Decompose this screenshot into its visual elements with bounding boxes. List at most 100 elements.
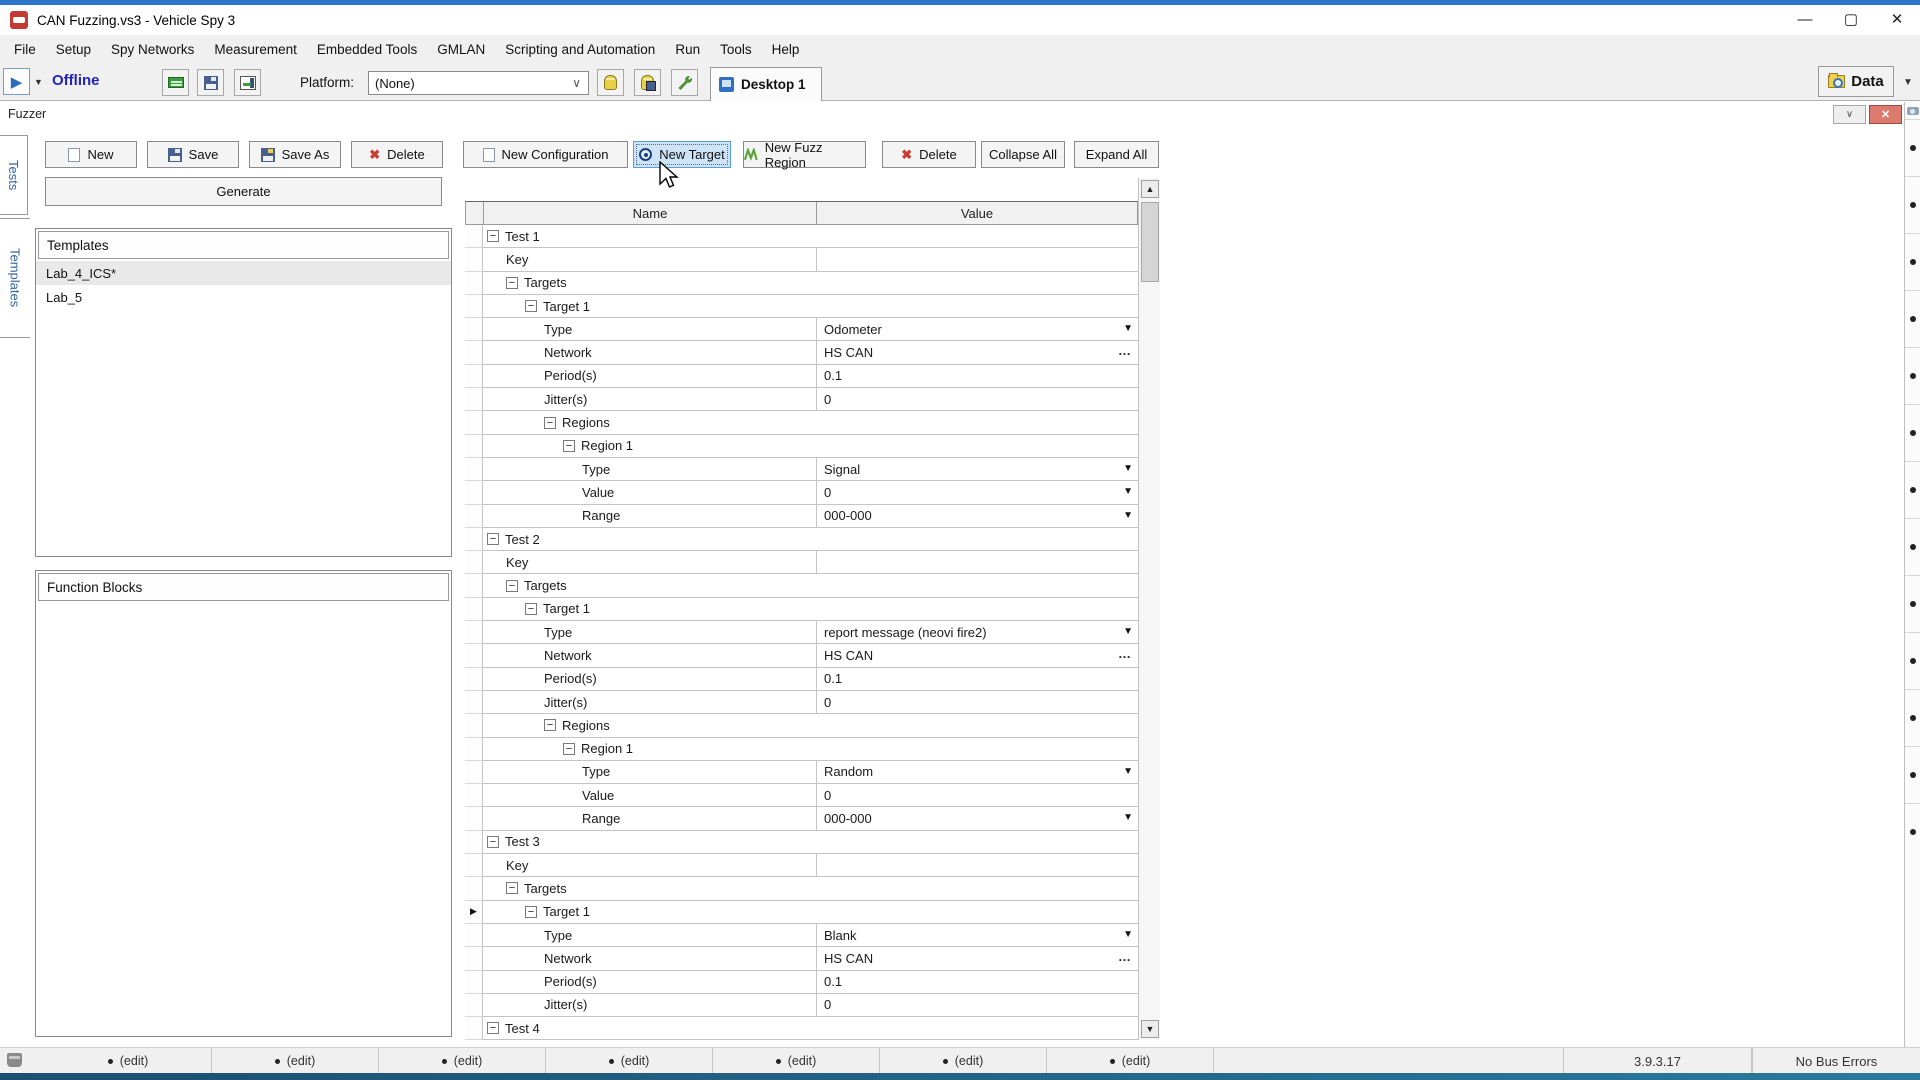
- tree-value-cell[interactable]: 000-000▼: [817, 505, 1138, 528]
- strip-slot[interactable]: [1905, 290, 1920, 347]
- tree-row[interactable]: Period(s)0.1: [465, 668, 1138, 691]
- edit-status-cell[interactable]: (edit): [212, 1048, 379, 1074]
- tree-row[interactable]: −Test 2: [465, 528, 1138, 551]
- dropdown-arrow-icon[interactable]: ▼: [1123, 812, 1133, 823]
- edit-status-cell[interactable]: (edit): [880, 1048, 1047, 1074]
- menu-scripting-and-automation[interactable]: Scripting and Automation: [495, 35, 665, 64]
- collapse-toggle-icon[interactable]: −: [563, 440, 575, 452]
- collapse-toggle-icon[interactable]: −: [506, 882, 518, 894]
- tree-row[interactable]: Jitter(s)0: [465, 994, 1138, 1017]
- minimize-icon[interactable]: —: [1782, 5, 1828, 33]
- side-tab-templates[interactable]: Templates: [0, 218, 30, 338]
- strip-slot[interactable]: [1905, 461, 1920, 518]
- tree-value-cell[interactable]: 0: [817, 784, 1138, 807]
- dropdown-arrow-icon[interactable]: ▼: [1123, 510, 1133, 521]
- tree-row[interactable]: NetworkHS CAN…: [465, 644, 1138, 667]
- tree-value-cell[interactable]: [817, 551, 1138, 574]
- tree-row[interactable]: −Regions: [465, 714, 1138, 737]
- close-icon[interactable]: ✕: [1874, 5, 1920, 33]
- tree-row[interactable]: −Test 1: [465, 225, 1138, 248]
- tree-row[interactable]: −Region 1: [465, 738, 1138, 761]
- save-as-button[interactable]: Save As: [249, 141, 341, 168]
- tree-row[interactable]: Period(s)0.1: [465, 971, 1138, 994]
- collapse-toggle-icon[interactable]: −: [506, 580, 518, 592]
- tree-row[interactable]: Value0: [465, 784, 1138, 807]
- strip-slot[interactable]: [1905, 575, 1920, 632]
- tree-row[interactable]: −Targets: [465, 272, 1138, 295]
- edit-status-cell[interactable]: (edit): [546, 1048, 713, 1074]
- tree-value-cell[interactable]: HS CAN…: [817, 644, 1138, 667]
- template-item[interactable]: Lab_5: [36, 285, 451, 309]
- logging-setup-button[interactable]: [234, 69, 261, 96]
- tree-row[interactable]: −Targets: [465, 574, 1138, 597]
- data-dropdown-icon[interactable]: ▼: [1898, 72, 1918, 92]
- tree-value-cell[interactable]: HS CAN…: [817, 947, 1138, 970]
- collapse-toggle-icon[interactable]: −: [487, 1022, 499, 1034]
- browse-ellipsis-icon[interactable]: …: [1118, 343, 1132, 358]
- tree-value-cell[interactable]: [817, 854, 1138, 877]
- collapse-toggle-icon[interactable]: −: [487, 533, 499, 545]
- tree-value-cell[interactable]: 0.1: [817, 971, 1138, 994]
- collapse-toggle-icon[interactable]: −: [487, 230, 499, 242]
- tree-row[interactable]: −Region 1: [465, 435, 1138, 458]
- tree-row[interactable]: NetworkHS CAN…: [465, 341, 1138, 364]
- run-dropdown-icon[interactable]: ▼: [31, 74, 46, 89]
- tree-value-cell[interactable]: 0.1: [817, 365, 1138, 388]
- strip-slot[interactable]: [1905, 404, 1920, 461]
- menu-run[interactable]: Run: [665, 35, 710, 64]
- maximize-icon[interactable]: ▢: [1828, 5, 1874, 33]
- collapse-toggle-icon[interactable]: −: [525, 603, 537, 615]
- tree-value-cell[interactable]: report message (neovi fire2)▼: [817, 621, 1138, 644]
- tree-value-cell[interactable]: 0: [817, 388, 1138, 411]
- collapse-toggle-icon[interactable]: −: [544, 719, 556, 731]
- strip-slot[interactable]: [1905, 347, 1920, 404]
- menu-tools[interactable]: Tools: [710, 35, 762, 64]
- save-button[interactable]: Save: [147, 141, 239, 168]
- tree-delete-button[interactable]: ✖Delete: [882, 141, 976, 168]
- collapse-toggle-icon[interactable]: −: [563, 743, 575, 755]
- tree-row[interactable]: −Targets: [465, 877, 1138, 900]
- template-item[interactable]: Lab_4_ICS*: [36, 261, 451, 285]
- tree-row[interactable]: Jitter(s)0: [465, 691, 1138, 714]
- tree-value-cell[interactable]: Random▼: [817, 761, 1138, 784]
- tree-value-cell[interactable]: Signal▼: [817, 458, 1138, 481]
- tree-row[interactable]: −Test 3: [465, 831, 1138, 854]
- tree-row[interactable]: Key: [465, 854, 1138, 877]
- database-button[interactable]: [597, 69, 624, 96]
- tree-row[interactable]: Value0▼: [465, 481, 1138, 504]
- new-button[interactable]: New: [45, 141, 137, 168]
- delete-button[interactable]: ✖Delete: [351, 141, 443, 168]
- tree-row[interactable]: Key: [465, 551, 1138, 574]
- scroll-up-icon[interactable]: ▲: [1141, 180, 1159, 198]
- dropdown-arrow-icon[interactable]: ▼: [1123, 323, 1133, 334]
- edit-status-cell[interactable]: (edit): [713, 1048, 880, 1074]
- platform-select[interactable]: (None) ∨: [368, 71, 589, 95]
- tree-row[interactable]: Range000-000▼: [465, 807, 1138, 830]
- edit-status-cell[interactable]: (edit): [379, 1048, 546, 1074]
- dropdown-arrow-icon[interactable]: ▼: [1123, 463, 1133, 474]
- tree-row[interactable]: −Regions: [465, 411, 1138, 434]
- panel-collapse-icon[interactable]: ∨: [1833, 105, 1866, 124]
- scrollbar-thumb[interactable]: [1141, 202, 1159, 282]
- vertical-scrollbar[interactable]: ▲ ▼: [1138, 178, 1160, 1040]
- menu-measurement[interactable]: Measurement: [204, 35, 307, 64]
- generate-button[interactable]: Generate: [45, 177, 442, 206]
- menu-gmlan[interactable]: GMLAN: [427, 35, 495, 64]
- new-configuration-button[interactable]: New Configuration: [463, 141, 628, 168]
- tree-value-cell[interactable]: 0: [817, 691, 1138, 714]
- tree-row[interactable]: Key: [465, 248, 1138, 271]
- tree-value-cell[interactable]: HS CAN…: [817, 341, 1138, 364]
- menu-embedded-tools[interactable]: Embedded Tools: [307, 35, 427, 64]
- database-save-button[interactable]: [634, 69, 661, 96]
- tree-value-cell[interactable]: [817, 248, 1138, 271]
- tree-row[interactable]: TypeSignal▼: [465, 458, 1138, 481]
- new-target-button[interactable]: New Target: [633, 141, 731, 168]
- strip-slot[interactable]: [1905, 632, 1920, 689]
- edit-status-cell[interactable]: (edit): [1047, 1048, 1214, 1074]
- menu-setup[interactable]: Setup: [46, 35, 101, 64]
- tree-row[interactable]: Range000-000▼: [465, 505, 1138, 528]
- tree-value-cell[interactable]: Odometer▼: [817, 318, 1138, 341]
- collapse-all-button[interactable]: Collapse All: [981, 141, 1065, 168]
- collapse-toggle-icon[interactable]: −: [525, 300, 537, 312]
- menu-file[interactable]: File: [4, 35, 46, 64]
